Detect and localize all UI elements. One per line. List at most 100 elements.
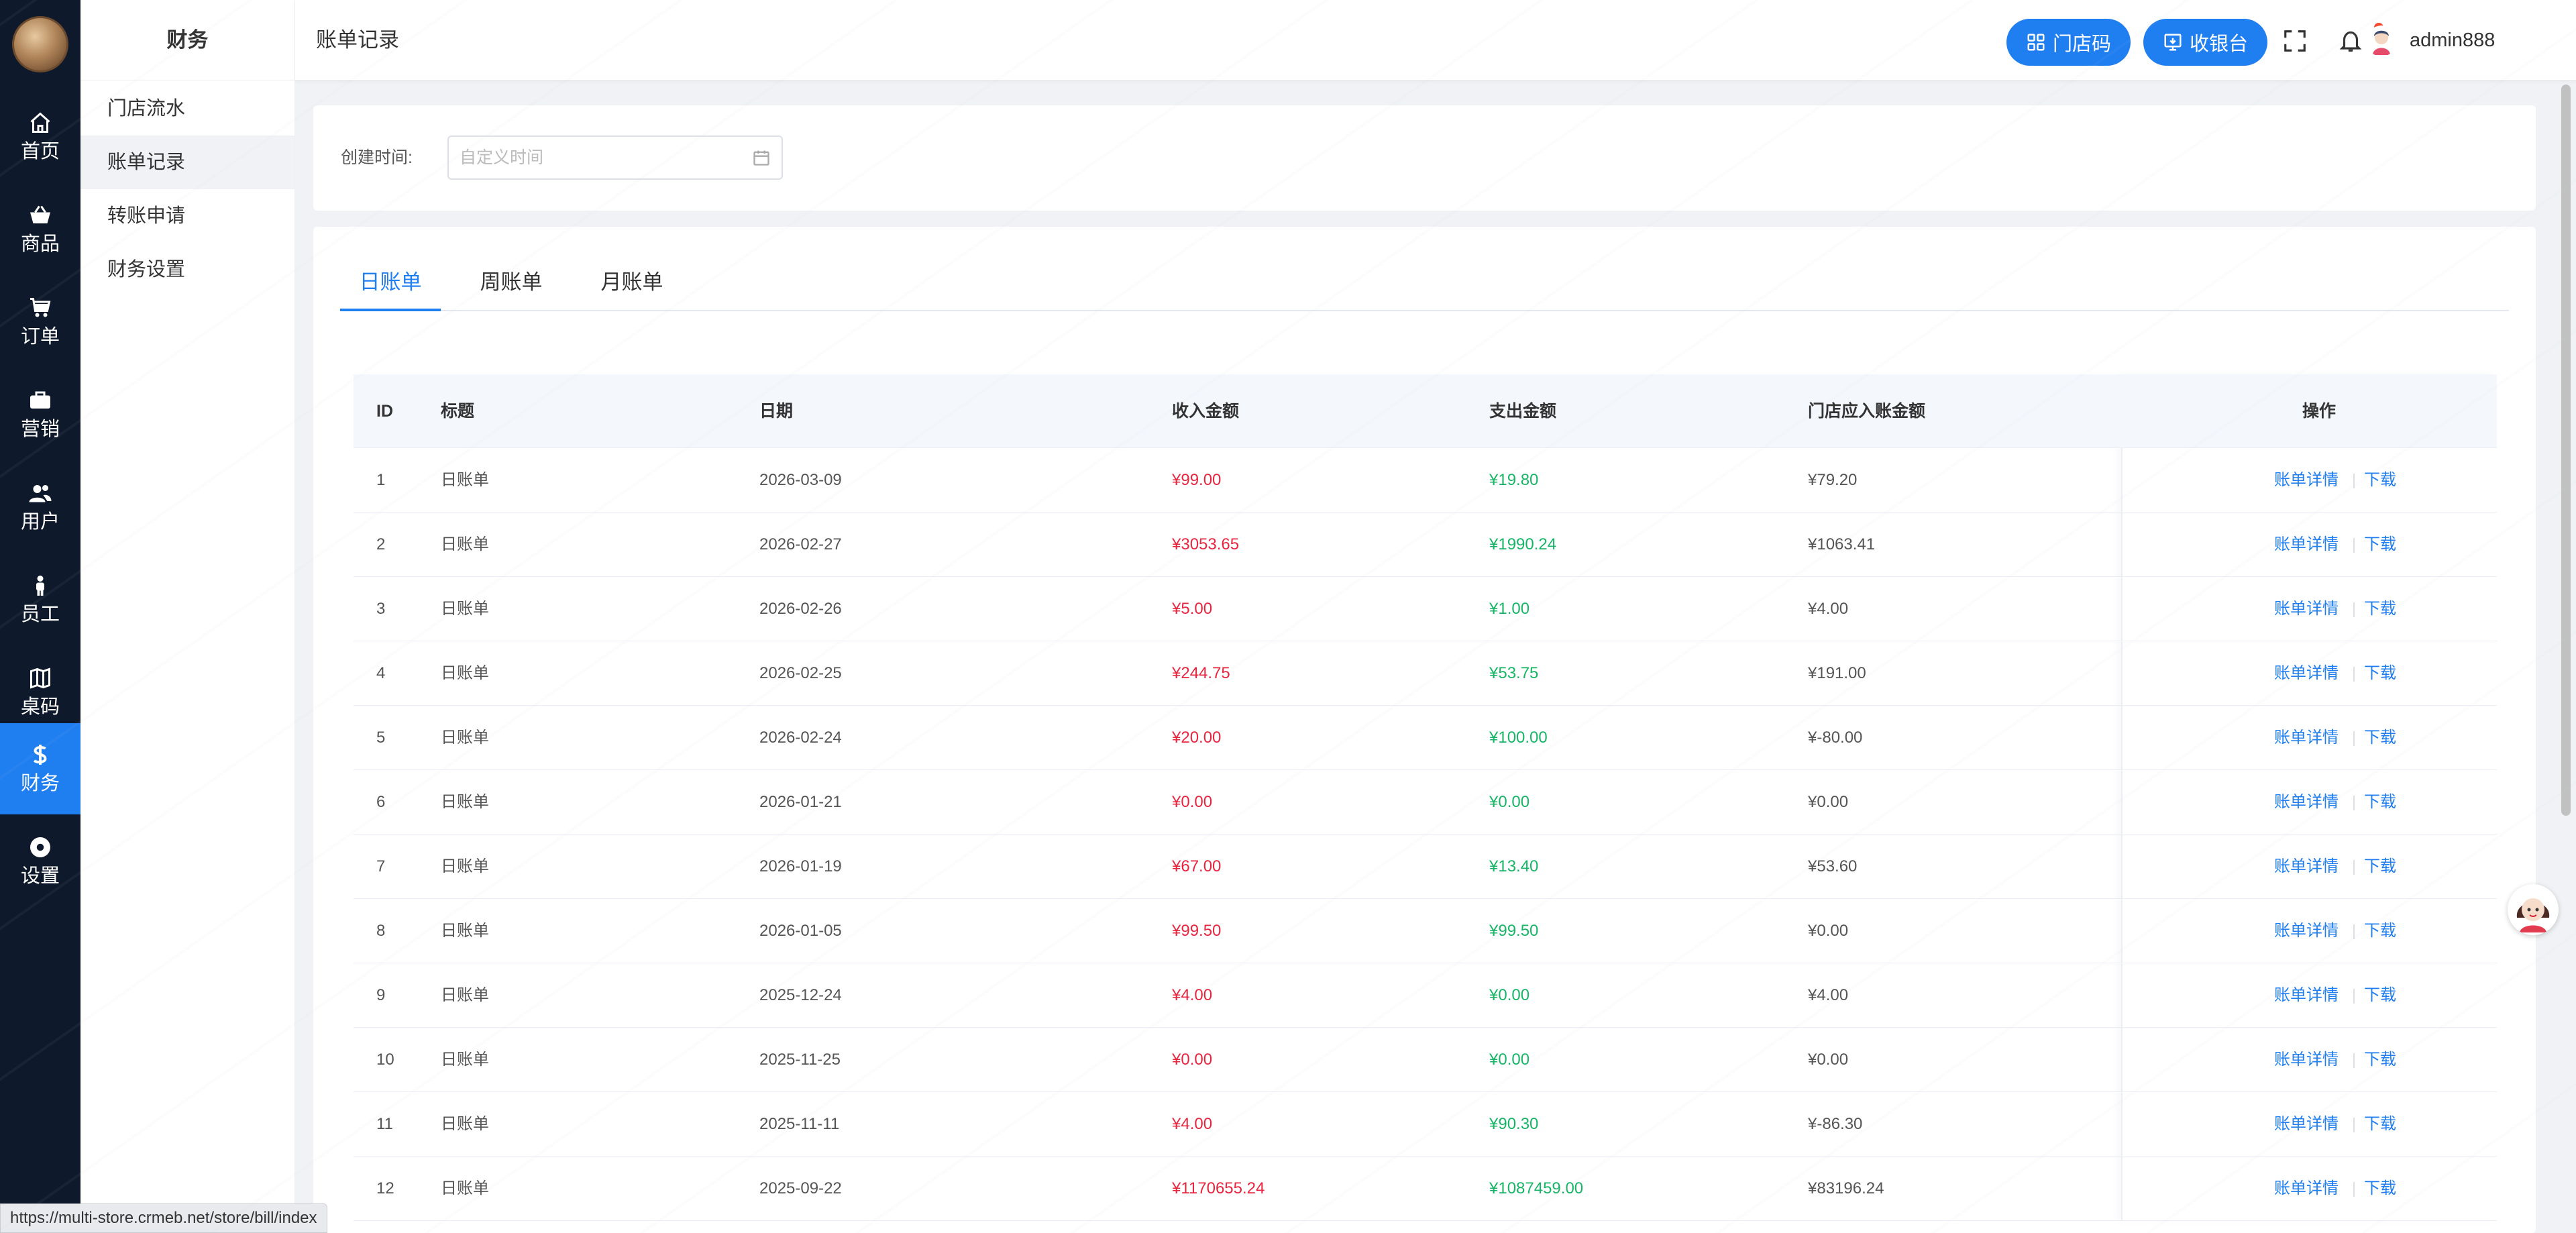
- rail-item-finance[interactable]: 财务: [0, 723, 80, 814]
- bill-detail-link[interactable]: 账单详情: [2274, 577, 2339, 641]
- rail-item-settings[interactable]: 设置: [0, 816, 80, 907]
- cell-title: 日账单: [441, 1179, 489, 1197]
- rail-item-home[interactable]: 首页: [0, 91, 80, 182]
- submenu-item-store-flow[interactable]: 门店流水: [80, 82, 294, 136]
- table-header: ID 标题 日期 收入金额 支出金额 门店应入账金额 操作: [354, 374, 2497, 448]
- column-header-title: 标题: [441, 402, 475, 421]
- cell-net-amount: ¥1063.41: [1808, 535, 1876, 553]
- download-link[interactable]: 下载: [2364, 899, 2396, 963]
- bell-icon[interactable]: [2338, 28, 2363, 54]
- action-divider: [2353, 1182, 2355, 1197]
- table-row: 1 日账单 2026-03-09 ¥99.00 ¥19.80 ¥79.20 账单详情 下载: [354, 448, 2497, 513]
- rail-item-label: 首页: [20, 141, 60, 162]
- bill-detail-link[interactable]: 账单详情: [2274, 513, 2339, 577]
- cell-expense: ¥1990.24: [1489, 535, 1557, 553]
- customer-service-avatar[interactable]: [2508, 884, 2559, 935]
- avatar-image: [2366, 25, 2397, 56]
- download-link[interactable]: 下载: [2364, 577, 2396, 641]
- date-range-input[interactable]: 自定义时间: [447, 136, 783, 180]
- download-link[interactable]: 下载: [2364, 513, 2396, 577]
- cell-expense: ¥1087459.00: [1489, 1179, 1584, 1197]
- store-code-label: 门店码: [2052, 34, 2111, 55]
- submenu-item-bill-records[interactable]: 账单记录: [80, 136, 294, 189]
- table-row: 5 日账单 2026-02-24 ¥20.00 ¥100.00 ¥-80.00 账单详情 下载: [354, 706, 2497, 770]
- action-divider: [2353, 731, 2355, 746]
- download-link[interactable]: 下载: [2364, 963, 2396, 1028]
- cell-net-amount: ¥0.00: [1808, 922, 1849, 940]
- download-link[interactable]: 下载: [2364, 1028, 2396, 1092]
- cell-net-amount: ¥53.60: [1808, 857, 1858, 875]
- bill-detail-link[interactable]: 账单详情: [2274, 770, 2339, 835]
- rail-item-orders[interactable]: 订单: [0, 276, 80, 368]
- fullscreen-icon[interactable]: [2282, 28, 2308, 54]
- table-row: 10 日账单 2025-11-25 ¥0.00 ¥0.00 ¥0.00 账单详情 下载: [354, 1028, 2497, 1092]
- tab-monthly-bill[interactable]: 月账单: [582, 254, 682, 311]
- rail-item-marketing[interactable]: 营销: [0, 369, 80, 460]
- bill-detail-link[interactable]: 账单详情: [2274, 448, 2339, 513]
- store-logo[interactable]: [12, 16, 68, 72]
- download-link[interactable]: 下载: [2364, 1092, 2396, 1157]
- cell-date: 2026-02-24: [759, 729, 842, 747]
- tab-weekly-bill[interactable]: 周账单: [461, 254, 561, 311]
- bill-detail-link[interactable]: 账单详情: [2274, 641, 2339, 706]
- cell-date: 2026-01-21: [759, 793, 842, 811]
- download-link[interactable]: 下载: [2364, 770, 2396, 835]
- cell-expense: ¥0.00: [1489, 793, 1530, 811]
- rail-item-users[interactable]: 用户: [0, 462, 80, 553]
- cell-income: ¥4.00: [1172, 986, 1213, 1004]
- support-agent-icon: [2508, 884, 2559, 935]
- bill-detail-link[interactable]: 账单详情: [2274, 1092, 2339, 1157]
- home-icon: [30, 112, 50, 133]
- bill-detail-link[interactable]: 账单详情: [2274, 706, 2339, 770]
- cell-net-amount: ¥79.20: [1808, 471, 1858, 489]
- cell-expense: ¥53.75: [1489, 664, 1539, 682]
- user-avatar[interactable]: [2366, 25, 2397, 56]
- cell-income: ¥99.00: [1172, 471, 1222, 489]
- bill-detail-link[interactable]: 账单详情: [2274, 1157, 2339, 1221]
- bill-detail-link[interactable]: 账单详情: [2274, 1028, 2339, 1092]
- cell-date: 2026-01-19: [759, 857, 842, 875]
- bill-detail-link[interactable]: 账单详情: [2274, 963, 2339, 1028]
- cell-title: 日账单: [441, 664, 489, 682]
- rail-item-products[interactable]: 商品: [0, 184, 80, 275]
- date-input-placeholder: 自定义时间: [460, 148, 544, 167]
- settings-icon: [30, 837, 50, 857]
- cell-income: ¥5.00: [1172, 600, 1213, 618]
- finance-submenu: 财务 门店流水 账单记录 转账申请 财务设置: [80, 0, 295, 1233]
- download-link[interactable]: 下载: [2364, 641, 2396, 706]
- top-header: 账单记录 门店码 收银台 admin888: [295, 0, 2576, 81]
- download-link[interactable]: 下载: [2364, 835, 2396, 899]
- cell-title: 日账单: [441, 857, 489, 875]
- dollar-icon: [33, 745, 47, 765]
- download-link[interactable]: 下载: [2364, 1157, 2396, 1221]
- submenu-item-transfer-request[interactable]: 转账申请: [80, 189, 294, 243]
- main-nav-rail: 首页 商品 订单 营销 用户 员工 桌码 财务 设置: [0, 0, 80, 1233]
- cell-net-amount: ¥4.00: [1808, 986, 1849, 1004]
- bill-detail-link[interactable]: 账单详情: [2274, 835, 2339, 899]
- cell-id: 1: [376, 471, 386, 489]
- tab-daily-bill[interactable]: 日账单: [340, 254, 441, 311]
- page-scrollbar[interactable]: [2561, 85, 2571, 816]
- filter-panel: 创建时间: 自定义时间: [313, 105, 2536, 211]
- bill-detail-link[interactable]: 账单详情: [2274, 899, 2339, 963]
- cell-net-amount: ¥-80.00: [1808, 729, 1863, 747]
- username[interactable]: admin888: [2410, 0, 2495, 81]
- cell-id: 7: [376, 857, 386, 875]
- cashier-button[interactable]: 收银台: [2143, 19, 2267, 66]
- cell-net-amount: ¥-86.30: [1808, 1115, 1863, 1133]
- cell-net-amount: ¥191.00: [1808, 664, 1866, 682]
- store-code-button[interactable]: 门店码: [2006, 19, 2131, 66]
- rail-item-staff[interactable]: 员工: [0, 554, 80, 645]
- cell-income: ¥244.75: [1172, 664, 1230, 682]
- person-icon: [36, 576, 44, 596]
- table-row: 7 日账单 2026-01-19 ¥67.00 ¥13.40 ¥53.60 账单详情 下载: [354, 835, 2497, 899]
- cell-title: 日账单: [441, 922, 489, 940]
- rail-item-label: 营销: [20, 419, 60, 440]
- submenu-item-finance-settings[interactable]: 财务设置: [80, 243, 294, 297]
- cell-net-amount: ¥83196.24: [1808, 1179, 1884, 1197]
- users-icon: [29, 485, 52, 502]
- cell-date: 2025-09-22: [759, 1179, 842, 1197]
- download-link[interactable]: 下载: [2364, 448, 2396, 513]
- download-link[interactable]: 下载: [2364, 706, 2396, 770]
- table-row: 8 日账单 2026-01-05 ¥99.50 ¥99.50 ¥0.00 账单详情 下载: [354, 899, 2497, 963]
